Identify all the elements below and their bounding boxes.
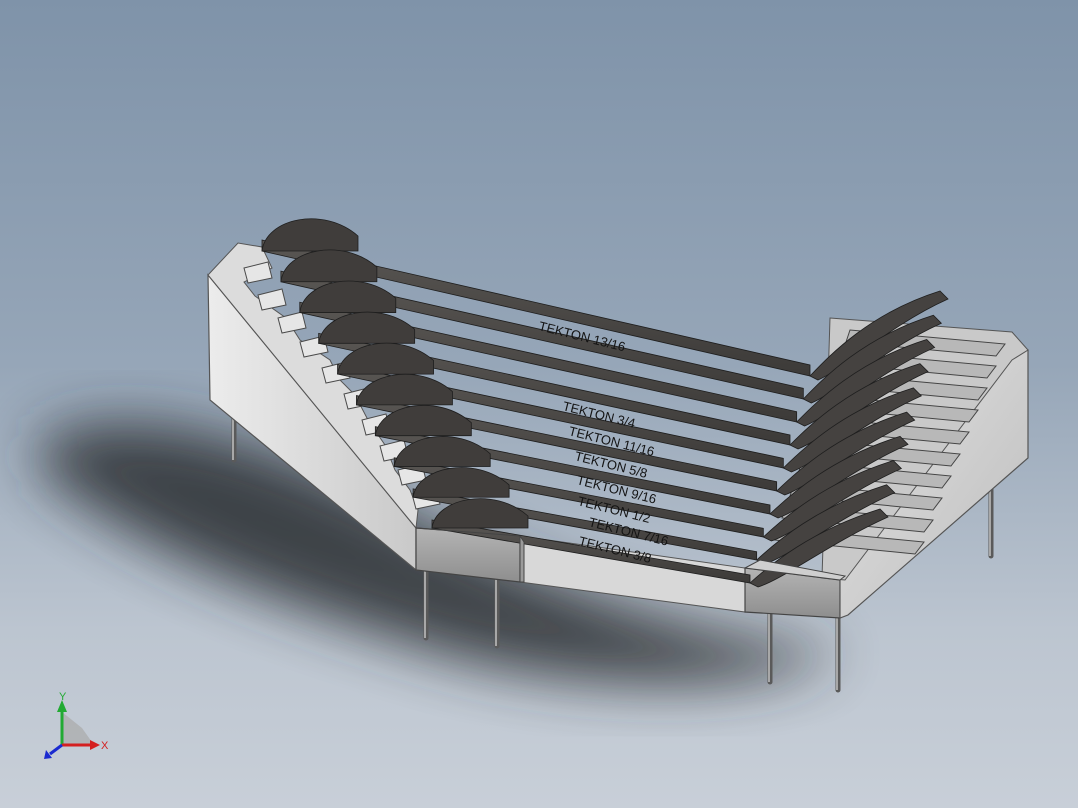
- z-axis: [49, 743, 63, 756]
- x-axis-arrow: [90, 740, 100, 750]
- triad-plane: [62, 712, 94, 745]
- graphics-viewport[interactable]: TEKTON 13/16 TEKTON 3/4 TEKTON 11/16 TEK…: [0, 0, 1078, 808]
- cad-scene: TEKTON 13/16 TEKTON 3/4 TEKTON 11/16 TEK…: [40, 218, 1029, 759]
- y-axis-label: Y: [59, 691, 67, 703]
- view-triad: Y X: [44, 691, 109, 759]
- x-axis-label: X: [101, 740, 109, 752]
